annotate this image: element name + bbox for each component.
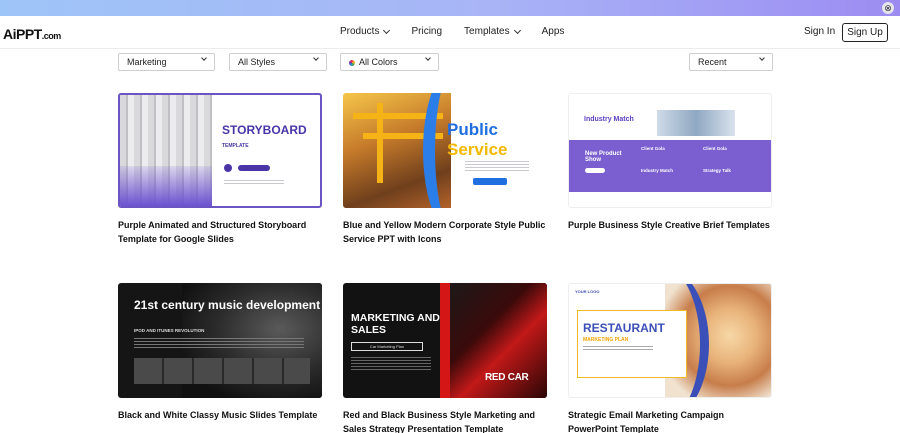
thumbnail-text-lines bbox=[465, 161, 529, 171]
thumbnail-dot bbox=[224, 164, 232, 172]
style-select[interactable]: All Styles bbox=[229, 53, 327, 71]
category-select[interactable]: Marketing bbox=[118, 53, 215, 71]
thumbnail-heading: MARKETING AND SALES bbox=[351, 312, 440, 336]
card-title[interactable]: Red and Black Business Style Marketing a… bbox=[343, 409, 547, 433]
card-title[interactable]: Purple Business Style Creative Brief Tem… bbox=[568, 219, 772, 233]
thumbnail-button bbox=[473, 178, 507, 185]
thumbnail-photo bbox=[657, 110, 735, 136]
nav-templates[interactable]: Templates bbox=[464, 26, 521, 37]
nav-links: Products Pricing Templates Apps bbox=[340, 26, 586, 37]
thumbnail-box-label: Car Marketing Plan bbox=[369, 344, 405, 349]
nav-apps[interactable]: Apps bbox=[542, 26, 565, 37]
promo-banner: ⊗ bbox=[0, 0, 900, 16]
category-select-value: Marketing bbox=[127, 57, 167, 67]
thumbnail-label: Client Gola bbox=[641, 146, 665, 151]
template-thumbnail[interactable]: 21st century music development IPOD AND … bbox=[118, 283, 322, 398]
thumbnail-heading: RESTAURANT bbox=[583, 321, 665, 335]
template-card[interactable]: Public Service Blue and Yellow Modern Cor… bbox=[343, 93, 547, 246]
card-title[interactable]: Black and White Classy Music Slides Temp… bbox=[118, 409, 322, 423]
chevron-down-icon bbox=[313, 55, 319, 61]
sign-in-link[interactable]: Sign In bbox=[804, 26, 835, 37]
color-select-value: All Colors bbox=[359, 57, 398, 67]
color-wheel-icon bbox=[349, 60, 355, 66]
thumbnail-text-lines bbox=[351, 357, 431, 371]
thumbnail-heading-line2: Service bbox=[447, 140, 508, 159]
thumbnail-label: Industry Match bbox=[641, 168, 674, 173]
nav-apps-label: Apps bbox=[541, 26, 565, 37]
thumbnail-corner-text: RED CAR bbox=[485, 372, 529, 383]
thumbnail-band bbox=[569, 140, 771, 192]
template-thumbnail[interactable]: Industry Match New Product Show Client G… bbox=[568, 93, 772, 208]
sign-up-button[interactable]: Sign Up bbox=[842, 23, 888, 42]
thumbnail-text-lines bbox=[134, 338, 304, 350]
sort-select[interactable]: Recent bbox=[689, 53, 773, 71]
thumbnail-heading-line1: Public bbox=[447, 120, 499, 139]
sort-select-value: Recent bbox=[698, 57, 727, 67]
chevron-down-icon bbox=[383, 26, 391, 34]
thumbnail-label: Strategy Talk bbox=[703, 168, 731, 173]
chevron-down-icon bbox=[201, 55, 207, 61]
thumbnail-heading: Industry Match bbox=[584, 116, 634, 123]
template-card[interactable]: 21st century music development IPOD AND … bbox=[118, 283, 322, 423]
template-card[interactable]: STORYBOARD TEMPLATE Purple Animated and … bbox=[118, 93, 322, 246]
site-logo[interactable]: AiPPT.com bbox=[3, 26, 61, 42]
thumbnail-text-lines bbox=[583, 346, 653, 350]
thumbnail-overlay bbox=[120, 166, 212, 206]
nav-templates-label: Templates bbox=[464, 26, 510, 37]
template-card[interactable]: MARKETING AND SALES Car Marketing Plan R… bbox=[343, 283, 547, 433]
template-thumbnail[interactable]: Public Service bbox=[343, 93, 547, 208]
thumbnail-image-strip bbox=[134, 358, 310, 384]
card-title[interactable]: Purple Animated and Structured Storyboar… bbox=[118, 219, 322, 246]
thumbnail-box: Car Marketing Plan bbox=[351, 342, 423, 351]
divider bbox=[0, 48, 900, 49]
top-navigation: AiPPT.com Products Pricing Templates App… bbox=[0, 16, 900, 48]
thumbnail-label: Client Gola bbox=[703, 146, 727, 151]
chevron-down-icon bbox=[759, 55, 765, 61]
thumbnail-heading: 21st century music development bbox=[134, 298, 321, 312]
template-thumbnail[interactable]: MARKETING AND SALES Car Marketing Plan R… bbox=[343, 283, 547, 398]
nav-products-label: Products bbox=[340, 26, 380, 37]
logo-text: AiPPT bbox=[3, 26, 42, 42]
nav-pricing[interactable]: Pricing bbox=[411, 26, 442, 37]
nav-pricing-label: Pricing bbox=[411, 26, 443, 37]
template-thumbnail[interactable]: YOUR LOGO RESTAURANT MARKETING PLAN bbox=[568, 283, 772, 398]
chevron-down-icon bbox=[513, 26, 521, 34]
template-thumbnail[interactable]: STORYBOARD TEMPLATE bbox=[118, 93, 322, 208]
card-title[interactable]: Blue and Yellow Modern Corporate Style P… bbox=[343, 219, 547, 246]
thumbnail-pill bbox=[585, 168, 605, 173]
thumbnail-heading: STORYBOARD bbox=[222, 123, 307, 137]
thumbnail-text-lines bbox=[224, 180, 284, 186]
close-icon[interactable]: ⊗ bbox=[882, 2, 894, 14]
thumbnail-heading: Public Service bbox=[447, 120, 508, 160]
template-card[interactable]: Industry Match New Product Show Client G… bbox=[568, 93, 772, 233]
chevron-down-icon bbox=[425, 55, 431, 61]
template-card[interactable]: YOUR LOGO RESTAURANT MARKETING PLAN Stra… bbox=[568, 283, 772, 433]
thumbnail-logo: YOUR LOGO bbox=[575, 289, 600, 294]
thumbnail-pill bbox=[238, 165, 270, 171]
thumbnail-subheading: IPOD AND ITUNES REVOLUTION bbox=[134, 328, 205, 333]
card-title[interactable]: Strategic Email Marketing Campaign Power… bbox=[568, 409, 772, 433]
nav-products[interactable]: Products bbox=[340, 26, 391, 37]
color-select[interactable]: All Colors bbox=[340, 53, 439, 71]
thumbnail-accent-bar bbox=[440, 283, 450, 398]
thumbnail-subheading: MARKETING PLAN bbox=[583, 337, 629, 343]
thumbnail-band-title: New Product Show bbox=[585, 151, 622, 163]
thumbnail-pipe bbox=[377, 103, 383, 183]
thumbnail-subheading: TEMPLATE bbox=[222, 143, 249, 149]
logo-suffix: .com bbox=[41, 31, 62, 41]
style-select-value: All Styles bbox=[238, 57, 276, 67]
